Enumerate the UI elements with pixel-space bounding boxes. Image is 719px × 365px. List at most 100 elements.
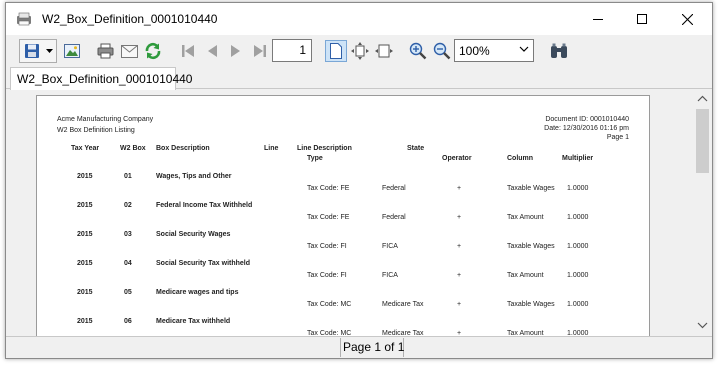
fit-page-button[interactable] [349, 40, 371, 62]
row-operator: + [457, 272, 462, 279]
row-w2-box: 01 [124, 173, 132, 180]
row-multiplier: 1.0000 [567, 243, 589, 250]
previous-page-button[interactable] [201, 40, 223, 62]
row-tax-year: 2015 [77, 231, 93, 238]
scroll-up-icon [697, 95, 708, 102]
row-state: FICA [382, 243, 398, 250]
row-column: Tax Amount [507, 272, 544, 279]
minimize-button[interactable] [575, 3, 621, 35]
report-page: Acme Manufacturing Company W2 Box Defini… [36, 95, 650, 336]
row-box-description: Federal Income Tax Withheld [156, 202, 253, 209]
fit-width-icon [375, 44, 393, 58]
scroll-down-icon [697, 322, 708, 329]
row-tax-year: 2015 [77, 318, 93, 325]
header-type: Type [307, 155, 323, 162]
row-operator: + [457, 243, 462, 250]
print-icon [97, 43, 113, 59]
report-title: W2 Box Definition Listing [57, 127, 135, 134]
maximize-button[interactable] [619, 3, 665, 35]
row-operator: + [457, 214, 462, 221]
company-name: Acme Manufacturing Company [57, 116, 154, 123]
row-multiplier: 1.0000 [567, 214, 589, 221]
report-date: Date: 12/30/2016 01:16 pm [544, 125, 629, 132]
fit-page-icon [351, 42, 369, 60]
zoom-in-icon [409, 42, 427, 60]
save-dropdown-button[interactable] [43, 40, 55, 62]
first-page-button[interactable] [177, 40, 199, 62]
row-tax-year: 2015 [77, 202, 93, 209]
find-button[interactable] [548, 40, 570, 62]
zoom-in-button[interactable] [407, 40, 429, 62]
row-column: Taxable Wages [507, 185, 555, 192]
vertical-scrollbar[interactable] [693, 90, 712, 336]
header-operator: Operator [442, 155, 472, 162]
refresh-button[interactable] [142, 40, 164, 62]
toolbar [6, 35, 712, 67]
scrollbar-thumb[interactable] [696, 109, 709, 173]
next-page-icon [231, 45, 240, 57]
header-state: State [407, 145, 425, 152]
single-page-view-button[interactable] [325, 40, 347, 62]
page-number-input[interactable]: 1 [272, 39, 312, 62]
header-line: Line [264, 145, 279, 152]
row-multiplier: 1.0000 [567, 301, 589, 308]
save-button[interactable] [21, 40, 43, 62]
row-w2-box: 02 [124, 202, 132, 209]
row-type: Tax Code: FI [307, 243, 347, 250]
close-icon [681, 13, 693, 25]
email-icon [120, 44, 138, 58]
row-tax-year: 2015 [77, 289, 93, 296]
tab-report[interactable]: W2_Box_Definition_0001010440 [10, 67, 192, 90]
print-button[interactable] [94, 40, 116, 62]
row-tax-year: 2015 [77, 173, 93, 180]
page-status: Page 1 of 1 [340, 338, 404, 357]
row-w2-box: 05 [124, 289, 132, 296]
title-bar: W2_Box_Definition_0001010440 [6, 3, 712, 35]
previous-page-icon [208, 45, 217, 57]
zoom-out-button[interactable] [431, 40, 453, 62]
row-state: FICA [382, 272, 398, 279]
report-viewport: Acme Manufacturing Company W2 Box Defini… [7, 90, 695, 336]
zoom-out-icon [433, 42, 451, 60]
row-box-description: Social Security Wages [156, 231, 231, 238]
row-w2-box: 03 [124, 231, 132, 238]
window-title: W2_Box_Definition_0001010440 [42, 12, 218, 26]
row-box-description: Social Security Tax withheld [156, 260, 251, 267]
row-box-description: Medicare wages and tips [156, 289, 239, 296]
zoom-value: 100% [459, 44, 490, 58]
export-image-button[interactable] [61, 40, 83, 62]
email-button[interactable] [118, 40, 140, 62]
row-tax-year: 2015 [77, 260, 93, 267]
find-icon [551, 43, 567, 58]
row-type: Tax Code: MC [307, 301, 352, 308]
header-column: Column [507, 155, 534, 162]
header-line-description: Line Description [297, 145, 352, 152]
row-column: Tax Amount [507, 214, 544, 221]
first-page-icon [182, 45, 194, 57]
row-multiplier: 1.0000 [567, 185, 589, 192]
close-button[interactable] [664, 3, 710, 35]
header-tax-year: Tax Year [71, 145, 100, 152]
row-w2-box: 06 [124, 318, 132, 325]
tab-bar: W2_Box_Definition_0001010440 [6, 67, 712, 90]
next-page-button[interactable] [225, 40, 247, 62]
row-w2-box: 04 [124, 260, 132, 267]
save-icon [25, 44, 39, 58]
last-page-button[interactable] [249, 40, 271, 62]
row-state: Federal [382, 185, 406, 192]
row-box-description: Medicare Tax withheld [156, 318, 231, 325]
fit-width-button[interactable] [373, 40, 395, 62]
row-box-description: Wages, Tips and Other [156, 173, 232, 180]
zoom-select[interactable]: 100% [454, 39, 534, 62]
header-w2-box: W2 Box [120, 145, 146, 152]
row-operator: + [457, 301, 462, 308]
row-operator: + [457, 185, 462, 192]
report-page-number: Page 1 [606, 134, 629, 141]
row-type: Tax Code: FE [307, 185, 350, 192]
row-state: Medicare Tax [382, 301, 424, 308]
header-multiplier: Multiplier [562, 155, 594, 162]
refresh-icon [145, 42, 161, 60]
report-viewer-window: W2_Box_Definition_0001010440 1 100% W2_B… [5, 2, 713, 359]
row-state: Federal [382, 214, 406, 221]
chevron-down-icon [519, 46, 529, 52]
